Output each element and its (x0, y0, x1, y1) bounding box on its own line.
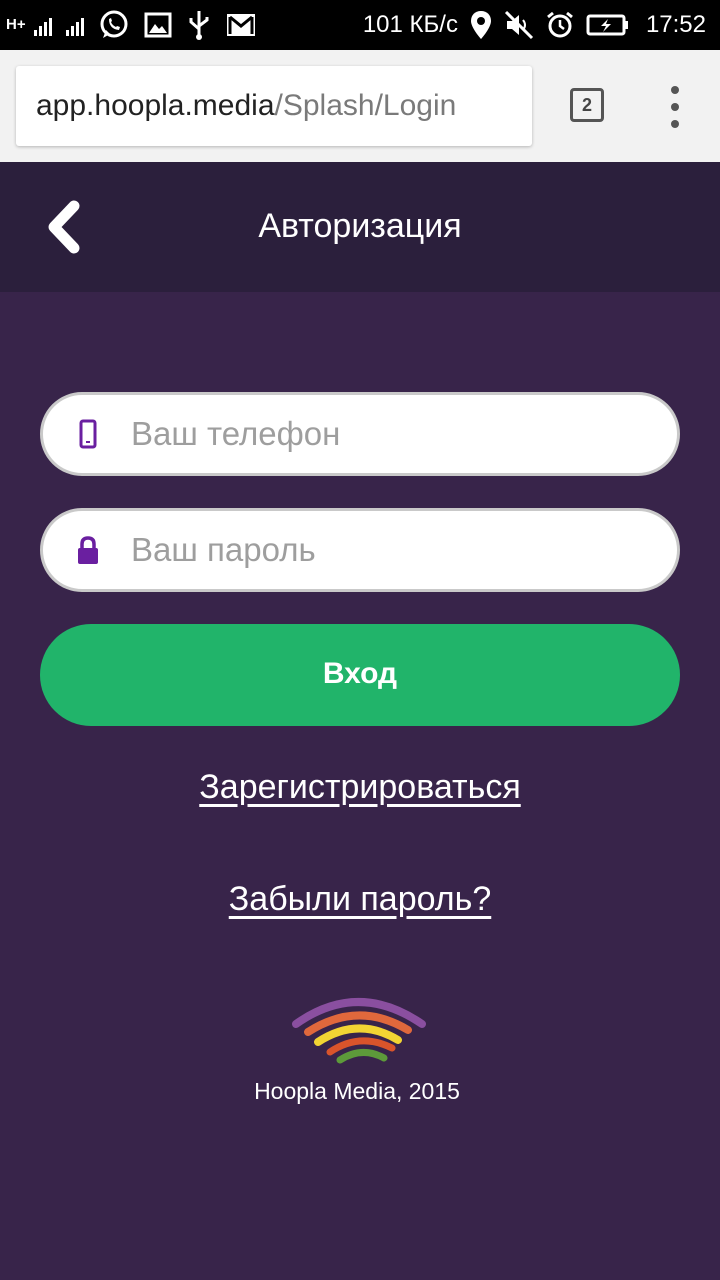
mute-icon (504, 10, 534, 40)
status-bar-left: H+ (6, 4, 256, 46)
menu-dot (671, 86, 679, 94)
network-type: H+ (6, 16, 26, 33)
register-link-row: Зарегистрироваться (0, 768, 720, 807)
chevron-left-icon (48, 200, 80, 254)
hoopla-logo-icon (292, 998, 426, 1064)
tab-switcher-button[interactable]: 2 (570, 88, 604, 122)
register-link[interactable]: Зарегистрироваться (199, 768, 521, 806)
status-bar: H+ 101 КБ/с 17:52 (0, 0, 720, 50)
network-speed: 101 КБ/с (362, 11, 458, 38)
signal-icon (65, 14, 84, 36)
status-bar-right: 101 КБ/с 17:52 (363, 4, 706, 46)
password-input[interactable] (131, 521, 651, 579)
password-field-container (40, 508, 680, 592)
phone-icon (79, 419, 97, 449)
forgot-password-link[interactable]: Забыли пароль? (229, 880, 492, 918)
url-path: /Splash/Login (274, 89, 457, 122)
url-domain: app.hoopla.media (36, 89, 275, 122)
phone-field-container (40, 392, 680, 476)
login-button[interactable]: Вход (40, 624, 680, 726)
browser-toolbar: app.hoopla.media/Splash/Login 2 (0, 50, 720, 162)
gmail-icon (226, 13, 256, 37)
back-button[interactable] (40, 200, 90, 254)
phone-input[interactable] (131, 405, 651, 463)
clock: 17:52 (645, 11, 706, 38)
address-bar[interactable]: app.hoopla.media/Splash/Login (16, 66, 532, 146)
page-title: Авторизация (258, 207, 462, 245)
menu-dot (671, 120, 679, 128)
app-header: Авторизация (0, 162, 720, 292)
gallery-icon (144, 11, 172, 39)
copyright-text: Hoopla Media, 2015 (254, 1078, 460, 1104)
usb-icon (186, 9, 212, 41)
alarm-icon (546, 11, 574, 39)
lock-icon (78, 536, 98, 564)
signal-icon (33, 14, 52, 36)
location-icon (470, 10, 492, 40)
menu-dot (671, 103, 679, 111)
whatsapp-icon (98, 9, 130, 41)
battery-icon (586, 13, 630, 37)
browser-menu-button[interactable] (660, 86, 690, 128)
forgot-link-row: Забыли пароль? (0, 880, 720, 919)
